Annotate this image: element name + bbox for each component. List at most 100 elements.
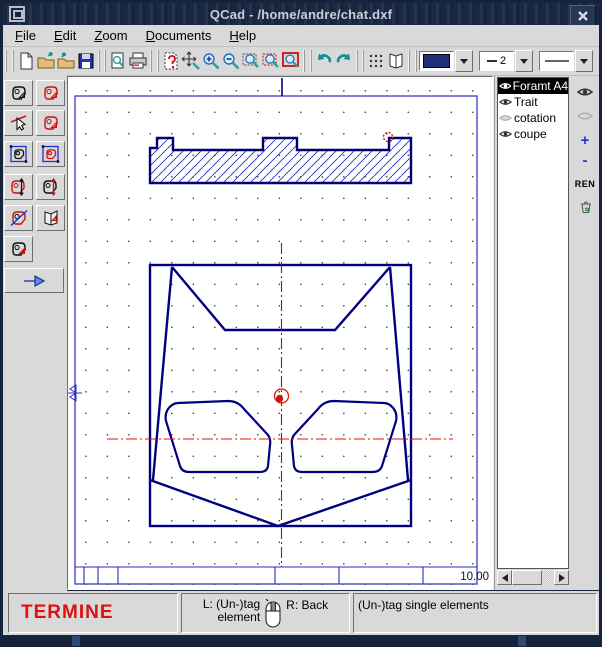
titlebar[interactable]: QCad - /home/andre/chat.dxf bbox=[3, 3, 599, 25]
toolbar-handle[interactable] bbox=[303, 50, 312, 72]
open-file-button[interactable] bbox=[36, 49, 56, 73]
zoom-in-button[interactable] bbox=[201, 49, 221, 73]
close-file-button[interactable] bbox=[56, 49, 76, 73]
zoom-previous-button[interactable] bbox=[281, 49, 301, 73]
mouse-hint-panel: L: (Un-)tag element R: Back bbox=[181, 593, 350, 633]
menu-documents[interactable]: Documents bbox=[146, 28, 212, 43]
color-dropdown-button[interactable] bbox=[455, 50, 473, 72]
remove-layer-button[interactable]: - bbox=[573, 150, 597, 170]
tool-tag-window[interactable] bbox=[36, 141, 65, 167]
layer-row[interactable]: Foramt A4 bbox=[498, 78, 568, 94]
layer-list-scrollbar[interactable] bbox=[497, 570, 569, 585]
tool-tag-element[interactable] bbox=[4, 236, 33, 262]
untag-all-icon bbox=[9, 83, 29, 103]
scrollbar-thumb[interactable] bbox=[512, 570, 542, 585]
drawing-canvas[interactable]: 10.00 bbox=[68, 77, 492, 589]
toolbar-handle[interactable] bbox=[150, 50, 159, 72]
proceed-button[interactable] bbox=[4, 268, 64, 293]
window-title: QCad - /home/andre/chat.dxf bbox=[3, 7, 599, 22]
linestyle-dropdown-button[interactable] bbox=[575, 50, 593, 72]
tool-tag-layer[interactable] bbox=[36, 205, 65, 231]
drawing-area[interactable]: 10.00 bbox=[67, 76, 493, 590]
grid-toggle-icon bbox=[366, 51, 386, 71]
close-file-icon bbox=[56, 51, 76, 71]
current-color-swatch bbox=[419, 51, 454, 71]
redo-button[interactable] bbox=[334, 49, 354, 73]
zoom-out-button[interactable] bbox=[221, 49, 241, 73]
close-button[interactable] bbox=[570, 5, 596, 26]
eye-open-icon[interactable] bbox=[499, 81, 511, 91]
qcad-window: QCad - /home/andre/chat.dxf File Edit Zo… bbox=[0, 0, 602, 647]
menu-help[interactable]: Help bbox=[229, 28, 256, 43]
layer-name: Trait bbox=[514, 95, 538, 109]
tool-tag-single-element[interactable] bbox=[4, 110, 33, 136]
tool-untag-all[interactable] bbox=[4, 80, 33, 106]
scrollbar-track[interactable] bbox=[542, 570, 554, 585]
resize-seam[interactable] bbox=[72, 636, 80, 646]
zoom-pan-button[interactable] bbox=[261, 49, 281, 73]
window-menu-icon[interactable] bbox=[9, 6, 25, 22]
menu-zoom[interactable]: Zoom bbox=[94, 28, 127, 43]
print-preview-button[interactable] bbox=[108, 49, 128, 73]
redraw-button[interactable] bbox=[161, 49, 181, 73]
print-preview-icon bbox=[108, 51, 128, 71]
draft-mode-button[interactable] bbox=[386, 49, 406, 73]
toolbar-handle[interactable] bbox=[356, 50, 365, 72]
zoom-auto-icon bbox=[181, 51, 201, 71]
line-style-combo[interactable] bbox=[539, 50, 593, 72]
menu-edit[interactable]: Edit bbox=[54, 28, 76, 43]
tool-tag-crossing-red[interactable] bbox=[4, 174, 33, 200]
layer-list[interactable]: Foramt A4 Trait cotation coupe bbox=[497, 77, 569, 569]
hide-layer-button[interactable] bbox=[573, 106, 597, 126]
grid-toggle-button[interactable] bbox=[366, 49, 386, 73]
tool-tag-contour[interactable] bbox=[36, 110, 65, 136]
scroll-right-button[interactable] bbox=[554, 570, 569, 585]
mouse-icon bbox=[263, 599, 283, 629]
delete-layer-button[interactable] bbox=[573, 196, 597, 216]
zoom-pan-icon bbox=[261, 51, 281, 71]
save-button[interactable] bbox=[76, 49, 96, 73]
eye-closed-icon[interactable] bbox=[499, 113, 512, 123]
layer-name: coupe bbox=[514, 127, 547, 141]
layer-row[interactable]: cotation bbox=[498, 110, 568, 126]
new-document-button[interactable] bbox=[16, 49, 36, 73]
tag-crossing-icon bbox=[41, 177, 61, 197]
zoom-out-icon bbox=[221, 51, 241, 71]
print-button[interactable] bbox=[128, 49, 148, 73]
grid-size-label: 10.00 bbox=[460, 571, 489, 583]
toolbar-handle[interactable] bbox=[408, 50, 417, 72]
chevron-down-icon bbox=[580, 59, 588, 64]
tool-tag-crossing[interactable] bbox=[36, 174, 65, 200]
width-dropdown-button[interactable] bbox=[515, 50, 533, 72]
new-document-icon bbox=[16, 51, 36, 71]
scroll-left-button[interactable] bbox=[497, 570, 512, 585]
toolbar-separator bbox=[98, 50, 107, 72]
tag-window-icon bbox=[41, 144, 61, 164]
rename-layer-button[interactable]: REN bbox=[573, 174, 597, 194]
line-width-combo[interactable]: 2 bbox=[479, 50, 533, 72]
untag-window-icon bbox=[9, 144, 29, 164]
undo-button[interactable] bbox=[314, 49, 334, 73]
layer-row[interactable]: coupe bbox=[498, 126, 568, 142]
zoom-window-button[interactable] bbox=[241, 49, 261, 73]
tool-hint-panel: (Un-)tag single elements bbox=[353, 593, 597, 633]
layer-name: cotation bbox=[514, 111, 556, 125]
tool-untag-window[interactable] bbox=[4, 141, 33, 167]
show-layer-button[interactable] bbox=[573, 82, 597, 102]
resize-seam[interactable] bbox=[518, 636, 526, 646]
proceed-arrow-icon bbox=[21, 273, 47, 289]
layer-row[interactable]: Trait bbox=[498, 94, 568, 110]
menu-file[interactable]: File bbox=[15, 28, 36, 43]
zoom-auto-button[interactable] bbox=[181, 49, 201, 73]
eye-open-icon[interactable] bbox=[499, 129, 512, 139]
color-combo[interactable] bbox=[419, 50, 473, 72]
line-style-value bbox=[539, 51, 574, 71]
eye-closed-icon bbox=[577, 110, 593, 122]
tool-invert-selection[interactable] bbox=[4, 205, 33, 231]
toolbar-handle[interactable] bbox=[5, 50, 14, 72]
tool-tag-all[interactable] bbox=[36, 80, 65, 106]
left-click-hint-2: element bbox=[217, 610, 260, 624]
toolbar: 2 bbox=[3, 47, 599, 76]
eye-open-icon[interactable] bbox=[499, 97, 512, 107]
add-layer-button[interactable]: + bbox=[573, 130, 597, 150]
